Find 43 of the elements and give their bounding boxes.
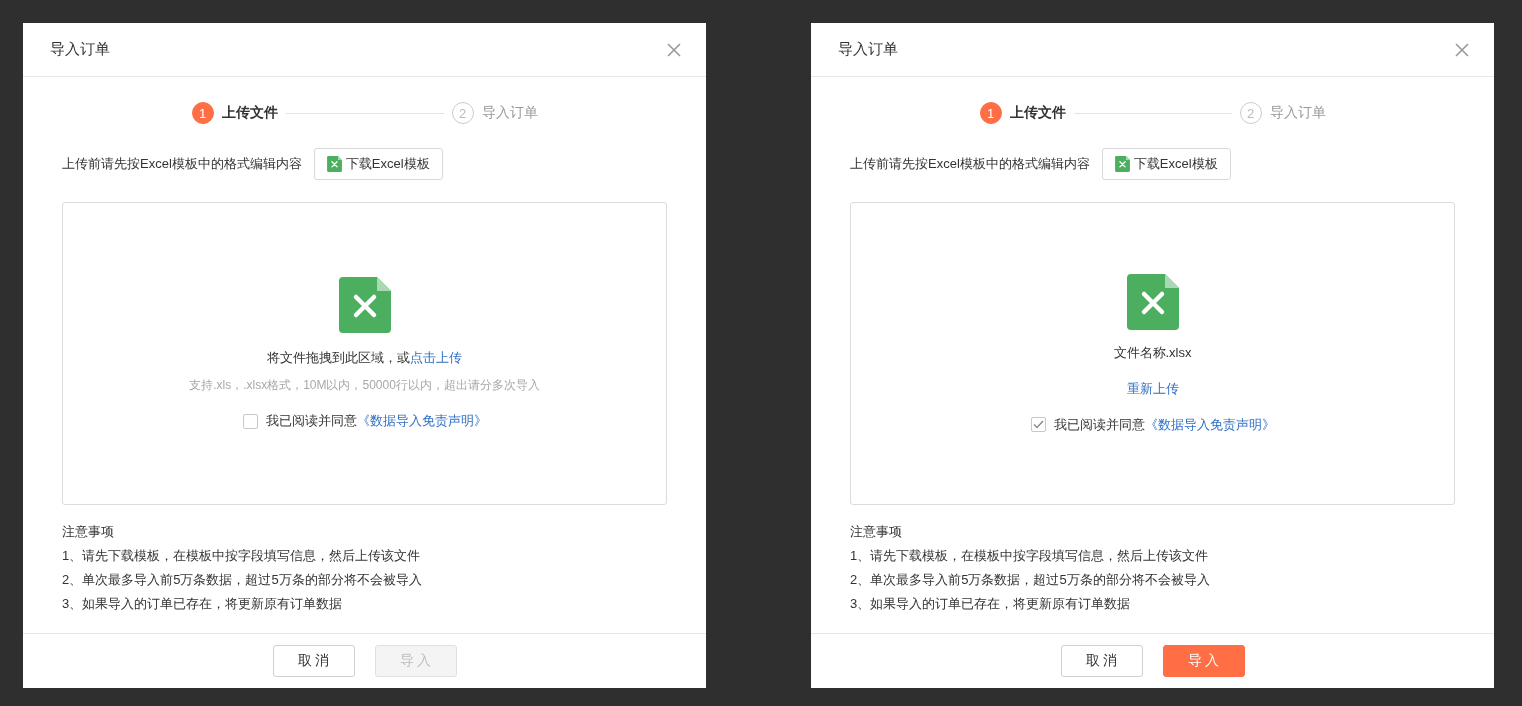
upload-dropzone[interactable]: 将文件拖拽到此区域，或点击上传 支持.xls，.xlsx格式，10M以内，50000行以内，超出请分多次导入 我已阅读并同意《数据导入免责声明》 <box>62 202 667 505</box>
step-number: 1 <box>979 102 1002 124</box>
dialog-title: 导入订单 <box>50 40 110 59</box>
download-template-button[interactable]: 下载Excel模板 <box>1101 148 1231 180</box>
notes-title: 注意事项 <box>62 523 115 541</box>
instruction-text: 上传前请先按Excel模板中的格式编辑内容 <box>850 155 1090 173</box>
notes-title: 注意事项 <box>850 523 903 541</box>
agreement-text: 我已阅读并同意《数据导入免责声明》 <box>265 412 487 430</box>
disclaimer-link[interactable]: 《数据导入免责声明》 <box>356 413 487 428</box>
note-text: 1、请先下载模板，在模板中按字段填写信息，然后上传该文件 <box>850 547 1210 565</box>
excel-file-icon <box>326 156 342 172</box>
dialog-title: 导入订单 <box>838 40 898 59</box>
agreement-checkbox[interactable] <box>1030 417 1046 432</box>
step-number: 2 <box>1239 102 1262 124</box>
close-button[interactable] <box>1454 41 1470 58</box>
step-number: 1 <box>191 102 214 124</box>
note-text: 3、如果导入的订单已存在，将更新原有订单数据 <box>62 595 344 613</box>
excel-file-icon <box>1126 273 1179 330</box>
format-hint-text: 支持.xls，.xlsx格式，10M以内，50000行以内，超出请分多次导入 <box>189 377 540 394</box>
disclaimer-link[interactable]: 《数据导入免责声明》 <box>1144 416 1275 432</box>
step-label: 上传文件 <box>1009 104 1066 122</box>
agreement-checkbox[interactable] <box>242 413 258 429</box>
upload-dropzone[interactable]: 文件名称.xlsx 重新上传 我已阅读并同意《数据导入免责声明》 <box>850 202 1455 505</box>
note-text: 2、单次最多导入前5万条数据，超过5万条的部分将不会被导入 <box>62 571 423 589</box>
download-template-button[interactable]: 下载Excel模板 <box>313 148 443 180</box>
close-button[interactable] <box>666 41 682 58</box>
note-text: 3、如果导入的订单已存在，将更新原有订单数据 <box>850 595 1132 613</box>
step-number: 2 <box>451 102 474 124</box>
cancel-button[interactable]: 取 消 <box>272 645 355 677</box>
instruction-text: 上传前请先按Excel模板中的格式编辑内容 <box>62 155 302 173</box>
excel-file-icon <box>338 277 391 333</box>
agreement-text: 我已阅读并同意《数据导入免责声明》 <box>1053 415 1275 434</box>
drop-prompt-text: 将文件拖拽到此区域，或点击上传 <box>267 349 462 367</box>
excel-file-icon <box>1114 156 1130 172</box>
step-label: 导入订单 <box>1269 104 1326 122</box>
step-label: 上传文件 <box>221 104 278 122</box>
cancel-button[interactable]: 取 消 <box>1060 645 1143 677</box>
file-name-text: 文件名称.xlsx <box>1113 343 1192 362</box>
reupload-link[interactable]: 重新上传 <box>1126 379 1179 398</box>
click-upload-link[interactable]: 点击上传 <box>410 350 462 365</box>
note-text: 2、单次最多导入前5万条数据，超过5万条的部分将不会被导入 <box>850 571 1211 589</box>
step-label: 导入订单 <box>481 104 538 122</box>
note-text: 1、请先下载模板，在模板中按字段填写信息，然后上传该文件 <box>62 547 422 565</box>
